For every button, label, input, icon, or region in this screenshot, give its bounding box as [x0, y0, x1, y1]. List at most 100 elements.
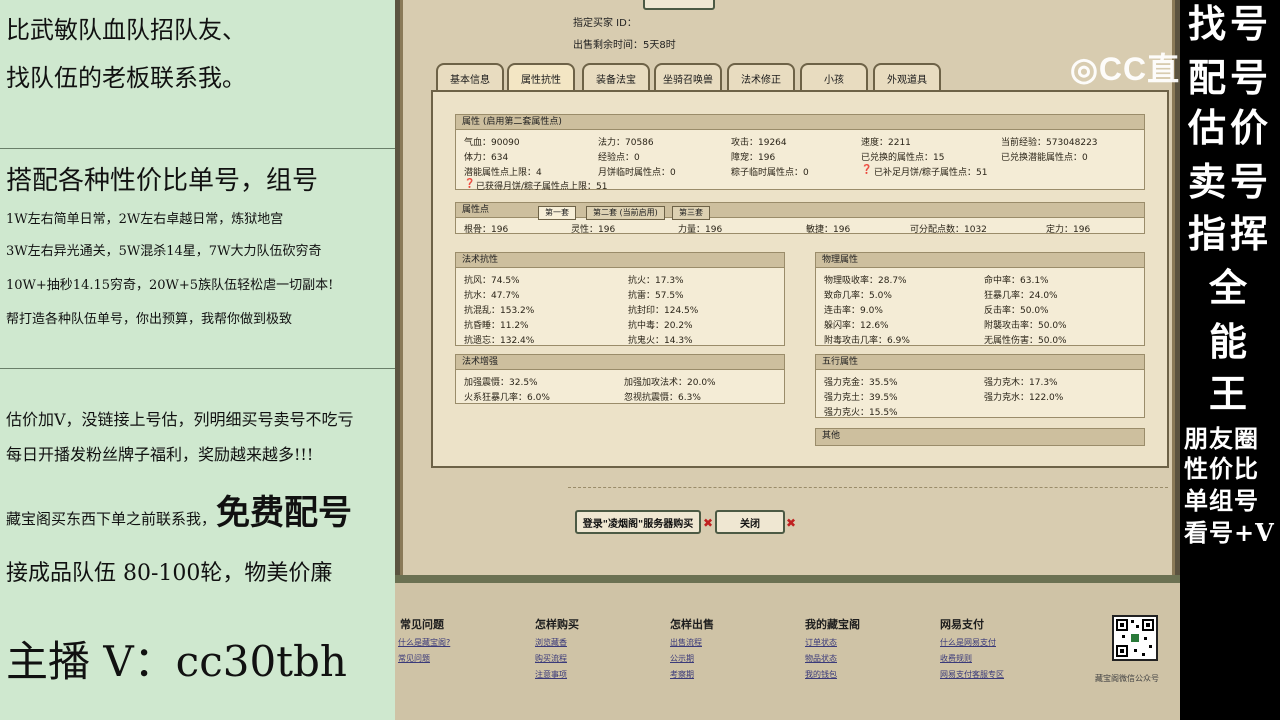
ad-free-config: 免费配号	[216, 493, 353, 533]
footer-link[interactable]: 网易支付客服专区	[940, 669, 1004, 680]
five-value: 强力克水：122.0%	[984, 393, 1064, 403]
attr-box: 属性 (启用第二套属性点) 气血：90090 法力：70586 攻击：19264…	[455, 114, 1145, 192]
attr-value: 攻击：19264	[731, 138, 787, 148]
footer-link[interactable]: 注意事项	[535, 669, 567, 680]
ad-line-3: 搭配各种性价比单号，组号	[6, 166, 319, 196]
ad-streamer-v: 主播 V：cc30tbh	[6, 637, 347, 686]
attr-value: 体力：634	[464, 153, 509, 163]
ad-line-11: 接成品队伍 80-100轮，物美价廉	[6, 561, 333, 586]
subtab-set-3[interactable]: 第三套	[672, 206, 710, 220]
attr-value: 月饼临时属性点：0	[598, 168, 676, 178]
banner-text: 指挥	[1187, 211, 1272, 256]
attr-value: 已补足月饼/粽子属性点：51	[874, 168, 988, 178]
resist-value: 抗鬼火：14.3%	[628, 336, 693, 346]
ad-line-7: 帮打造各种队伍单号，你出预算，我帮你做到极致	[6, 312, 293, 327]
tab-appearance[interactable]: 外观道具	[873, 63, 941, 91]
boost-value: 忽视抗震慑：6.3%	[624, 393, 701, 403]
tab-mounts-pets[interactable]: 坐骑召唤兽	[654, 63, 722, 91]
resist-value: 抗中毒：20.2%	[628, 321, 693, 331]
banner-text: 估价	[1187, 105, 1272, 150]
points-box: 属性点 第一套 第二套 (当前启用) 第三套 根骨：196 灵性：196 力量：…	[455, 202, 1145, 235]
other-box[interactable]: 其他	[815, 428, 1145, 446]
footer-link[interactable]: 收费规则	[940, 653, 972, 664]
remain-time-label: 出售剩余时间：	[573, 40, 643, 51]
attr-value: 粽子临时属性点：0	[731, 168, 809, 178]
five-value: 强力克金：35.5%	[824, 378, 898, 388]
points-value: 敏捷：196	[806, 225, 851, 235]
tab-children[interactable]: 小孩	[800, 63, 868, 91]
footer-link[interactable]: 什么是网易支付	[940, 637, 996, 648]
footer-link[interactable]: 常见问题	[398, 653, 430, 664]
attr-value: 障宠：196	[731, 153, 776, 163]
seller-label: 指定买家 ID：	[573, 18, 637, 29]
banner-text: 全	[1208, 265, 1251, 310]
five-value: 强力克火：15.5%	[824, 408, 898, 418]
close-x-icon: ✖	[786, 516, 797, 530]
ad-divider	[0, 148, 395, 149]
points-value: 定力：196	[1046, 225, 1091, 235]
ad-line-6: 10W+抽秒14.15穷奇，20W+5族队伍轻松虐一切副本!	[6, 278, 334, 293]
resist-box-title: 法术抗性	[456, 253, 784, 268]
banner-text: 王	[1208, 371, 1251, 416]
resist-value: 抗遗忘：132.4%	[464, 336, 535, 346]
five-elements-box: 五行属性 强力克金：35.5% 强力克木：17.3% 强力克土：39.5% 强力…	[815, 354, 1145, 418]
top-button[interactable]	[643, 0, 715, 10]
banner-small-text: 单组号	[1184, 486, 1259, 515]
boost-value: 火系狂暴几率：6.0%	[464, 393, 550, 403]
physical-value: 躲闪率：12.6%	[824, 321, 889, 331]
subtab-set-2[interactable]: 第二套 (当前启用)	[586, 206, 665, 220]
ad-line-8: 估价加V，没链接上号估，列明细买号卖号不吃亏	[6, 410, 354, 429]
resist-value: 抗雷：57.5%	[628, 291, 684, 301]
resist-value: 抗火：17.3%	[628, 276, 684, 286]
physical-box: 物理属性 物理吸收率：28.7% 命中率：63.1% 致命几率：5.0% 狂暴几…	[815, 252, 1145, 346]
subtab-set-1[interactable]: 第一套	[538, 206, 576, 220]
tab-spell-mods[interactable]: 法术修正	[727, 63, 795, 91]
close-x-icon: ✖	[703, 516, 714, 530]
five-value: 强力克土：39.5%	[824, 393, 898, 403]
points-value: 力量：196	[678, 225, 723, 235]
resist-box: 法术抗性 抗风：74.5% 抗火：17.3% 抗水：47.7% 抗雷：57.5%…	[455, 252, 785, 346]
footer-link[interactable]: 订单状态	[805, 637, 837, 648]
footer-heading: 怎样出售	[670, 618, 714, 631]
footer-link[interactable]: 我的钱包	[805, 669, 837, 680]
ad-line-10: 藏宝阁买东西下单之前联系我，免费配号	[6, 485, 352, 534]
attributes-panel: 属性 (启用第二套属性点) 气血：90090 法力：70586 攻击：19264…	[431, 90, 1169, 468]
banner-text: 找号	[1187, 1, 1272, 46]
banner-small-text: 朋友圈	[1184, 424, 1259, 453]
tab-attributes[interactable]: 属性抗性	[507, 63, 575, 91]
physical-value: 连击率：9.0%	[824, 306, 883, 316]
boost-value: 加强加攻法术：20.0%	[624, 378, 716, 388]
dashed-divider	[568, 487, 1168, 488]
spell-boost-title: 法术增强	[456, 355, 784, 370]
login-buy-button[interactable]: 登录"凌烟阁"服务器购买	[575, 510, 701, 534]
banner-text: 配号	[1187, 55, 1272, 100]
footer-link[interactable]: 考察期	[670, 669, 694, 680]
resist-value: 抗混乱：153.2%	[464, 306, 535, 316]
footer-link[interactable]: 浏览藏香	[535, 637, 567, 648]
points-value: 灵性：196	[571, 225, 616, 235]
help-icon[interactable]: ❓	[861, 165, 872, 175]
ad-line-9: 每日开播发粉丝牌子福利，奖励越来越多!!!	[6, 445, 314, 464]
footer-heading: 常见问题	[400, 618, 444, 631]
help-icon[interactable]: ❓	[464, 179, 475, 189]
close-button[interactable]: 关闭	[715, 510, 785, 534]
tab-equipment[interactable]: 装备法宝	[582, 63, 650, 91]
footer-link[interactable]: 物品状态	[805, 653, 837, 664]
banner-text: 卖号	[1187, 159, 1272, 204]
footer-link[interactable]: 公示期	[670, 653, 694, 664]
footer-link[interactable]: 什么是藏宝阁?	[398, 637, 450, 648]
game-window: 指定买家 ID： 出售剩余时间： 5天8时 基本信息 属性抗性 装备法宝 坐骑召…	[395, 0, 1180, 720]
attr-value: 已兑换潜能属性点：0	[1001, 153, 1088, 163]
tab-basic-info[interactable]: 基本信息	[436, 63, 504, 91]
attr-value: 速度：2211	[861, 138, 911, 148]
resist-value: 抗封印：124.5%	[628, 306, 699, 316]
spell-boost-box: 法术增强 加强震慑：32.5% 加强加攻法术：20.0% 火系狂暴几率：6.0%…	[455, 354, 785, 404]
footer-link[interactable]: 出售流程	[670, 637, 702, 648]
attr-value: 潜能属性点上限：4	[464, 168, 542, 178]
ad-line-2: 找队伍的老板联系我。	[6, 64, 246, 92]
footer-link[interactable]: 购买流程	[535, 653, 567, 664]
physical-value: 反击率：50.0%	[984, 306, 1049, 316]
physical-value: 物理吸收率：28.7%	[824, 276, 907, 286]
physical-value: 附毒攻击几率：6.9%	[824, 336, 910, 346]
physical-box-title: 物理属性	[816, 253, 1144, 268]
